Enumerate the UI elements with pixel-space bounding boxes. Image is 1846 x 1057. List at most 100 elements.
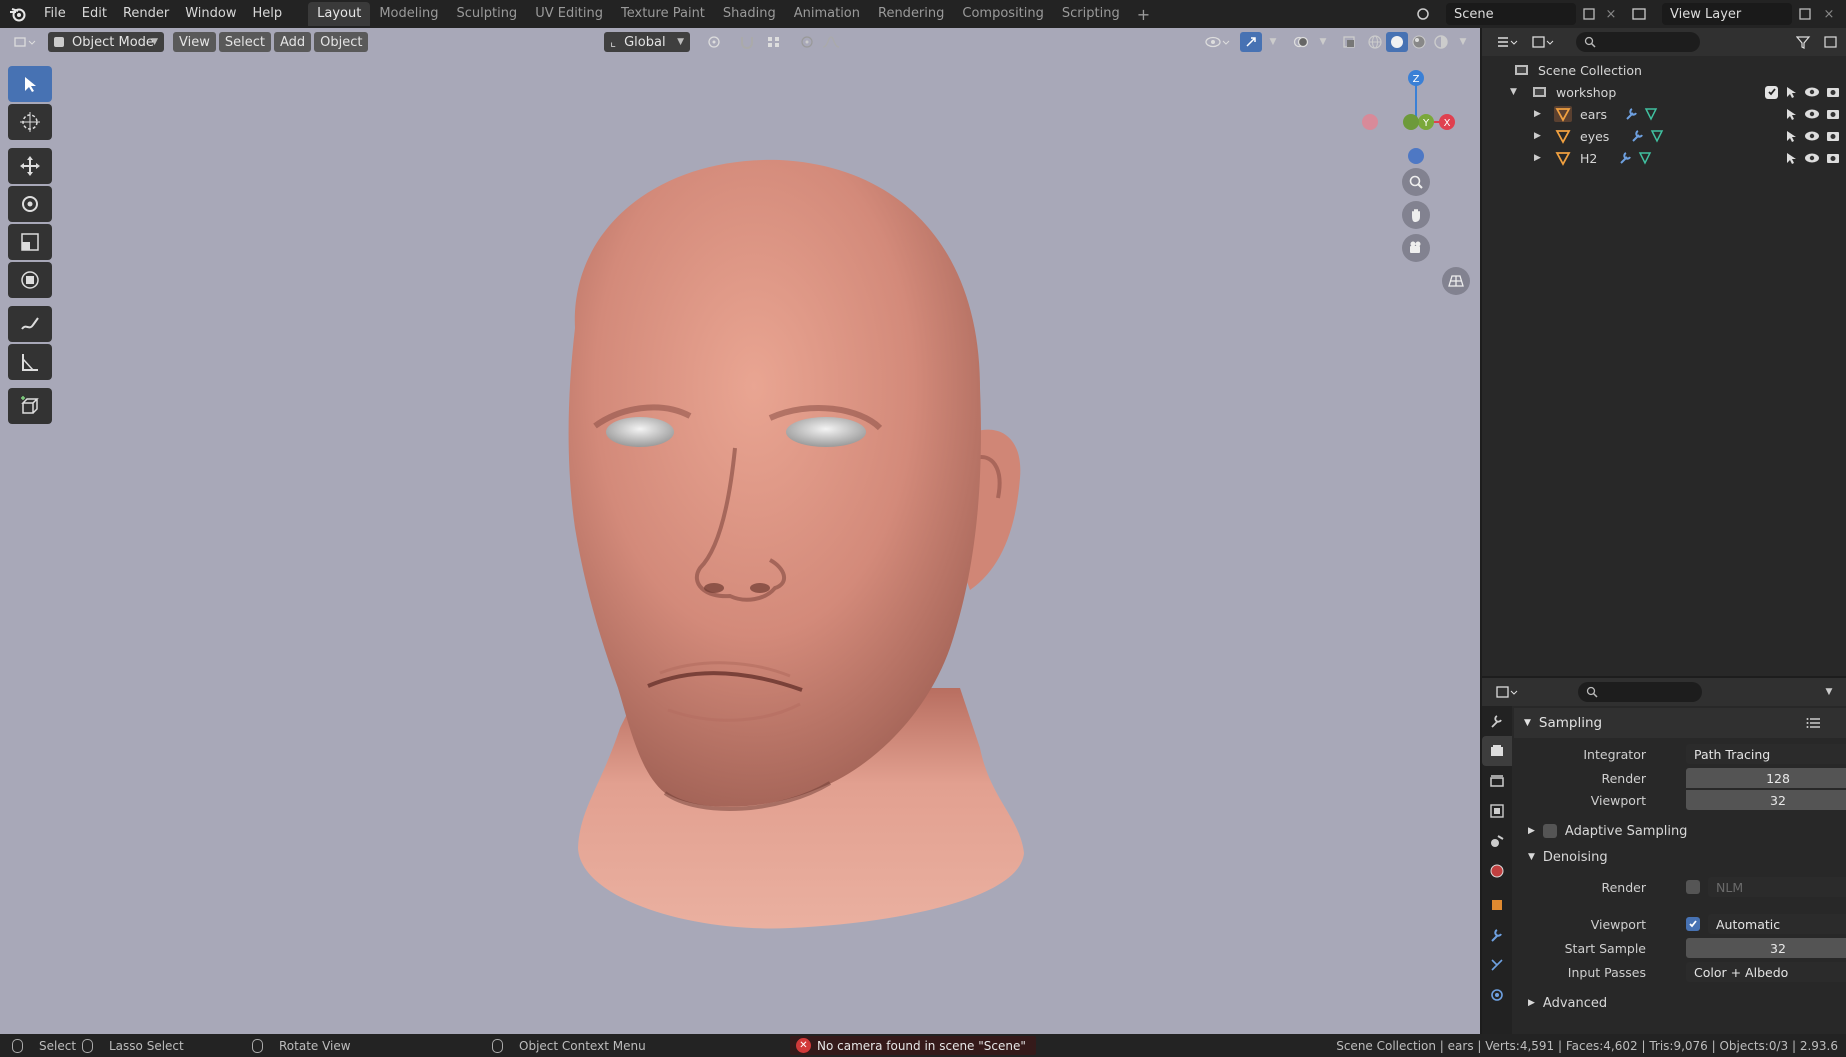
properties-editor-type-icon[interactable] <box>1492 682 1522 702</box>
new-collection-icon[interactable] <box>1820 32 1842 52</box>
mesh-data-icon[interactable] <box>1644 107 1658 121</box>
adaptive-sampling-checkbox[interactable] <box>1542 824 1557 838</box>
advanced-header[interactable]: ▶ Advanced <box>1514 990 1846 1016</box>
add-workspace-button[interactable]: + <box>1129 5 1158 24</box>
new-view-layer-icon[interactable] <box>1794 4 1816 24</box>
adaptive-sampling-header[interactable]: ▶ Adaptive Sampling <box>1514 818 1846 844</box>
modifier-wrench-icon[interactable] <box>1618 151 1632 165</box>
menu-file[interactable]: File <box>36 0 74 28</box>
scene-name-field[interactable]: Scene <box>1446 3 1576 25</box>
render-camera-icon[interactable] <box>1826 85 1840 99</box>
modifier-wrench-icon[interactable] <box>1630 129 1644 143</box>
tab-uv-editing[interactable]: UV Editing <box>526 2 612 26</box>
tab-texture-paint[interactable]: Texture Paint <box>612 2 714 26</box>
denoise-render-checkbox[interactable] <box>1686 880 1700 894</box>
head-model[interactable] <box>0 28 1480 1034</box>
exclude-checkbox[interactable] <box>1765 85 1778 99</box>
eye-icon[interactable] <box>1804 85 1820 99</box>
render-samples-field[interactable]: 128 <box>1686 768 1846 788</box>
chevron-down-icon[interactable]: ▼ <box>1818 682 1840 702</box>
outliner-row-scene-collection[interactable]: Scene Collection <box>1482 59 1846 81</box>
tab-shading[interactable]: Shading <box>714 2 785 26</box>
denoise-viewport-value: Automatic <box>1716 916 1781 932</box>
denoising-header[interactable]: ▼ Denoising <box>1514 844 1846 870</box>
outliner-row-eyes[interactable]: ▶ eyes <box>1482 125 1846 147</box>
tool-tab-icon[interactable] <box>1482 706 1512 736</box>
outliner-row-workshop[interactable]: ▼ workshop <box>1482 81 1846 103</box>
blender-logo-icon[interactable] <box>0 0 36 28</box>
tab-sculpting[interactable]: Sculpting <box>447 2 526 26</box>
delete-scene-icon[interactable]: × <box>1600 4 1622 24</box>
properties-search-input[interactable] <box>1578 682 1702 702</box>
render-properties: ▼ Sampling Integrator Path Tracing ▼ Ren… <box>1514 708 1846 1034</box>
menu-window[interactable]: Window <box>177 0 244 28</box>
gizmo-neg-y-axis[interactable] <box>1403 114 1419 130</box>
render-tab-icon[interactable] <box>1482 736 1512 766</box>
world-tab-icon[interactable] <box>1482 856 1512 886</box>
particles-tab-icon[interactable] <box>1482 950 1512 980</box>
modifier-tab-icon[interactable] <box>1482 920 1512 950</box>
input-passes-dropdown[interactable]: Color + Albedo ▼ <box>1686 962 1846 982</box>
viewport-samples-field[interactable]: 32 <box>1686 790 1846 810</box>
expand-chevron-icon[interactable]: ▶ <box>1534 109 1554 119</box>
mesh-data-icon[interactable] <box>1650 129 1664 143</box>
filter-icon[interactable] <box>1794 32 1816 52</box>
select-arrow-icon[interactable] <box>1784 151 1798 165</box>
menu-render[interactable]: Render <box>115 0 177 28</box>
tab-scripting[interactable]: Scripting <box>1053 2 1129 26</box>
navigation-gizmo[interactable]: Z X Y <box>1360 56 1480 262</box>
gizmo-neg-x-axis[interactable] <box>1362 114 1378 130</box>
new-scene-icon[interactable] <box>1578 4 1600 24</box>
mesh-data-icon[interactable] <box>1638 151 1652 165</box>
denoise-viewport-dropdown[interactable]: Automatic ▼ <box>1708 914 1846 934</box>
perspective-grid-icon[interactable] <box>1442 267 1470 295</box>
camera-view-icon[interactable] <box>1402 234 1430 262</box>
eye-icon[interactable] <box>1804 151 1820 165</box>
eye-icon[interactable] <box>1804 107 1820 121</box>
physics-tab-icon[interactable] <box>1482 980 1512 1010</box>
view-layer-tab-icon[interactable] <box>1482 796 1512 826</box>
render-camera-icon[interactable] <box>1826 129 1840 143</box>
expand-chevron-icon[interactable]: ▶ <box>1534 131 1554 141</box>
sampling-panel-header[interactable]: ▼ Sampling <box>1514 708 1846 738</box>
view-layer-selector-icon[interactable] <box>1628 4 1650 24</box>
tab-rendering[interactable]: Rendering <box>869 2 953 26</box>
scene-selector-icon[interactable] <box>1412 4 1434 24</box>
gizmo-neg-z-axis[interactable] <box>1408 148 1424 164</box>
tab-animation[interactable]: Animation <box>785 2 869 26</box>
view-layer-field[interactable]: View Layer <box>1662 3 1792 25</box>
menu-help[interactable]: Help <box>245 0 291 28</box>
tab-layout[interactable]: Layout <box>308 2 371 26</box>
expand-chevron-icon[interactable]: ▶ <box>1534 153 1554 163</box>
outliner-row-h2[interactable]: ▶ H2 <box>1482 147 1846 169</box>
outliner-editor-type-icon[interactable] <box>1492 32 1522 52</box>
zoom-icon[interactable] <box>1402 168 1430 196</box>
integrator-dropdown[interactable]: Path Tracing ▼ <box>1686 744 1846 764</box>
eye-icon[interactable] <box>1804 129 1820 143</box>
display-mode-icon[interactable] <box>1528 32 1558 52</box>
denoise-render-dropdown[interactable]: NLM ▼ <box>1708 877 1846 897</box>
outliner-row-ears[interactable]: ▶ ears <box>1482 103 1846 125</box>
expand-chevron-icon[interactable]: ▼ <box>1510 87 1532 97</box>
tab-compositing[interactable]: Compositing <box>953 2 1053 26</box>
camera-warning[interactable]: ✕ No camera found in scene "Scene" <box>790 1036 1036 1055</box>
render-camera-icon[interactable] <box>1826 151 1840 165</box>
outliner-search-input[interactable] <box>1576 32 1700 52</box>
render-camera-icon[interactable] <box>1826 107 1840 121</box>
presets-list-icon[interactable] <box>1806 716 1822 730</box>
3d-viewport[interactable]: Object Mode ▼ View Select Add Object ⌞ G… <box>0 28 1480 1034</box>
menu-edit[interactable]: Edit <box>74 0 115 28</box>
select-arrow-icon[interactable] <box>1784 107 1798 121</box>
object-tab-icon[interactable] <box>1482 890 1512 920</box>
modifier-wrench-icon[interactable] <box>1624 107 1638 121</box>
integrator-label: Integrator <box>1583 746 1646 762</box>
select-arrow-icon[interactable] <box>1784 85 1798 99</box>
tab-modeling[interactable]: Modeling <box>370 2 447 26</box>
delete-view-layer-icon[interactable]: × <box>1818 4 1840 24</box>
start-sample-field[interactable]: 32 <box>1686 938 1846 958</box>
output-tab-icon[interactable] <box>1482 766 1512 796</box>
select-arrow-icon[interactable] <box>1784 129 1798 143</box>
pan-hand-icon[interactable] <box>1402 201 1430 229</box>
denoise-viewport-checkbox[interactable] <box>1686 917 1700 931</box>
scene-tab-icon[interactable] <box>1482 826 1512 856</box>
